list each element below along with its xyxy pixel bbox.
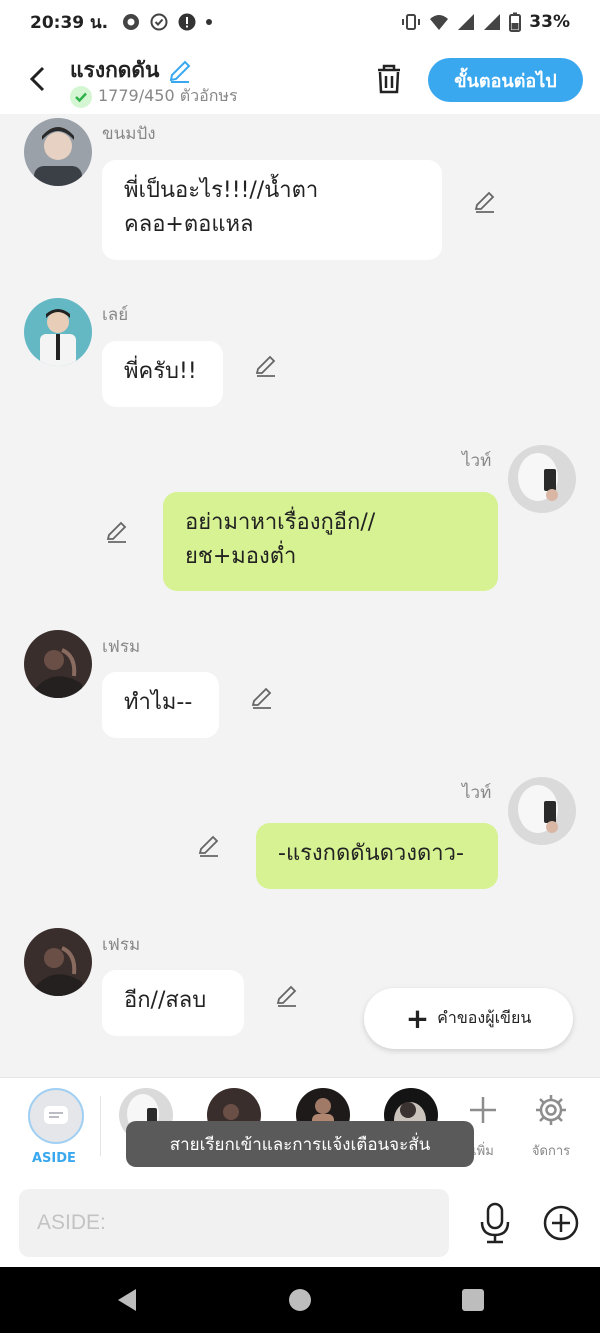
avatar-lay[interactable] [24,298,92,366]
plus-icon: + [405,1001,430,1035]
message-line: -แรงกดดันดวงดาว- [278,841,464,866]
avatar-khanompang[interactable] [24,118,92,186]
next-step-button[interactable]: ขั้นตอนต่อไป [428,58,583,102]
character-bar: ASIDE เพิ่ม จัดการ สายเรียกเข้าและการแจ้… [0,1077,600,1179]
edit-message-icon[interactable] [249,685,275,711]
battery-percent: 33% [529,12,570,32]
edit-message-icon[interactable] [196,833,222,859]
signal-icon [458,14,475,30]
status-right: 33% [401,12,570,32]
plus-icon [470,1097,496,1123]
edit-message-icon[interactable] [253,353,279,379]
avatar-white[interactable] [508,777,576,845]
input-bar [0,1179,600,1267]
avatar-frame[interactable] [24,928,92,996]
sender-name: เลย์ [102,305,129,325]
edit-message-icon[interactable] [274,983,300,1009]
nav-back-icon[interactable] [114,1287,140,1313]
author-note-label: คำของผู้เขียน [437,1008,532,1027]
message-bubble[interactable]: พี่เป็นอะไร!!!//น้ำตา คลอ+ตอแหล [102,160,442,260]
chrome-icon [123,14,140,30]
manage-button[interactable] [531,1090,571,1130]
char-counter: 1779/450 ตัวอักษร [98,86,238,105]
message-bubble[interactable]: พี่ครับ!! [102,341,223,407]
app-header: แรงกดดัน 1779/450 ตัวอักษร ขั้นตอนต่อไป [0,44,600,114]
divider [100,1096,101,1156]
edit-message-icon[interactable] [104,519,130,545]
message-bubble[interactable]: ทำไม-- [102,672,219,738]
voice-button[interactable] [475,1201,515,1245]
message-line: ยช+มองต่ำ [185,544,297,569]
message-line: ทำไม-- [124,690,193,715]
message-bubble[interactable]: อย่ามาหาเรื่องกูอีก// ยช+มองต่ำ [163,492,498,591]
system-nav-bar [0,1267,600,1333]
status-bar: 20:39 น. 33% [0,0,600,44]
author-note-button[interactable]: + คำของผู้เขียน [364,988,573,1049]
message-line: พี่ครับ!! [124,359,197,384]
message-line: คลอ+ตอแหล [124,212,254,237]
signal-2-icon [484,14,501,30]
nav-home-icon[interactable] [287,1287,313,1313]
alert-icon [178,13,196,31]
avatar-frame[interactable] [24,630,92,698]
sender-name: เฟรม [102,935,141,955]
chat-bubble-icon [44,1106,68,1124]
vibrate-toast: สายเรียกเข้าและการแจ้งเตือนจะสั่น [126,1121,474,1167]
edit-title-icon[interactable] [167,58,193,84]
vibrate-icon [402,14,421,30]
notification-dot-icon [206,19,213,25]
gear-icon [536,1095,566,1125]
sender-name: เฟรม [102,637,141,657]
char-counter-row: 1779/450 ตัวอักษร [70,84,238,109]
avatar-white[interactable] [508,445,576,513]
message-line: พี่เป็นอะไร!!!//น้ำตา [124,178,319,203]
chevron-left-icon [29,66,45,92]
story-title-row: แรงกดดัน [70,54,193,87]
story-title: แรงกดดัน [70,58,160,82]
aside-label: ASIDE [32,1151,76,1166]
delete-button[interactable] [372,60,406,98]
edit-message-icon[interactable] [472,189,498,215]
message-line: อย่ามาหาเรื่องกูอีก// [185,510,376,535]
check-icon [70,85,92,108]
message-bubble[interactable]: -แรงกดดันดวงดาว- [256,823,498,889]
message-line: อีก//สลบ [124,988,207,1013]
nav-recents-icon[interactable] [460,1287,486,1313]
message-input[interactable] [19,1189,449,1257]
chat-area[interactable]: ขนมปัง พี่เป็นอะไร!!!//น้ำตา คลอ+ตอแหล เ… [0,114,600,1077]
trash-icon [378,64,400,94]
aside-character-button[interactable] [28,1088,84,1144]
wifi-icon [430,15,449,30]
status-time: 20:39 น. [30,12,109,33]
sender-name: ไวท์ [462,783,492,803]
shield-check-icon [150,13,168,31]
add-content-button[interactable] [541,1203,581,1243]
battery-icon [509,12,522,32]
sender-name: ไวท์ [462,451,492,471]
message-bubble[interactable]: อีก//สลบ [102,970,244,1036]
sender-name: ขนมปัง [102,124,156,144]
plus-circle-icon [543,1205,579,1241]
status-icons [122,13,213,31]
back-button[interactable] [22,62,52,96]
manage-label: จัดการ [531,1144,571,1159]
microphone-icon [480,1202,510,1244]
